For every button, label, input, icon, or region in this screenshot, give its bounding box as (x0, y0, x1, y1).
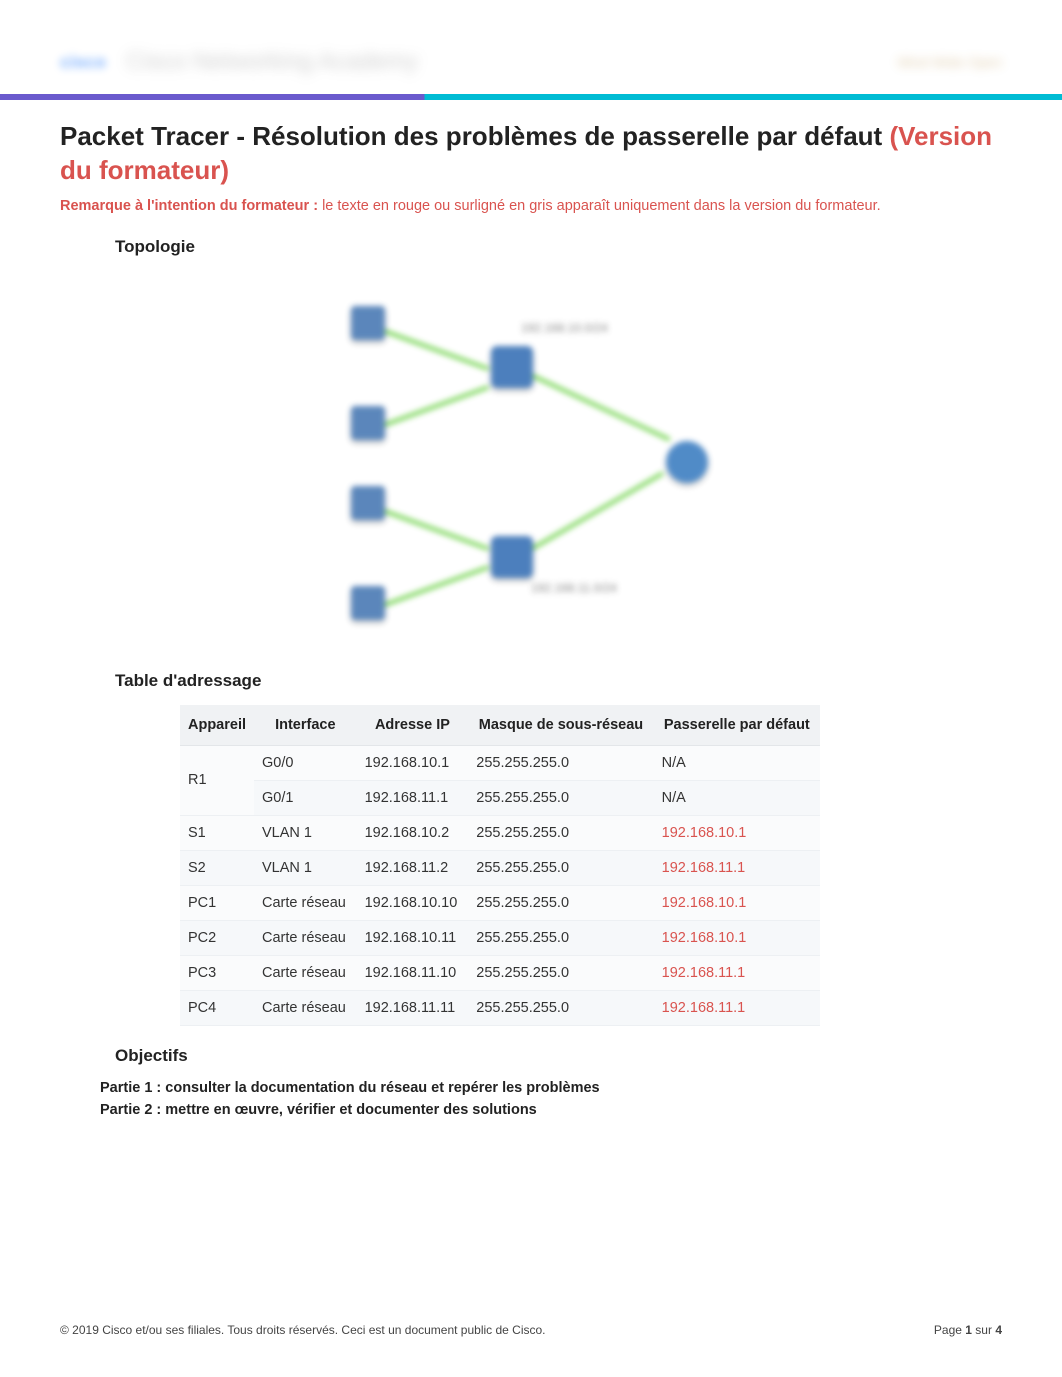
cisco-logo: cisco (60, 46, 106, 79)
cell-gateway: N/A (654, 745, 820, 780)
cell-mask: 255.255.255.0 (468, 745, 653, 780)
cell-ip: 192.168.10.1 (357, 745, 469, 780)
cell-mask: 255.255.255.0 (468, 990, 653, 1025)
page-title: Packet Tracer - Résolution des problèmes… (60, 120, 1002, 188)
topology-diagram: 192.168.10.0/24 192.168.11.0/24 (60, 271, 1002, 651)
cell-gateway: 192.168.11.1 (654, 850, 820, 885)
th-gateway: Passerelle par défaut (654, 705, 820, 746)
table-row: S2VLAN 1192.168.11.2255.255.255.0192.168… (180, 850, 820, 885)
th-device: Appareil (180, 705, 254, 746)
topology-label-bottom: 192.168.11.0/24 (531, 581, 617, 595)
cell-ip: 192.168.10.11 (357, 920, 469, 955)
remark-label: Remarque à l'intention du formateur : (60, 198, 322, 214)
objectives-list: Partie 1 : consulter la documentation du… (100, 1080, 1002, 1118)
cell-interface: Carte réseau (254, 920, 357, 955)
table-row: S1VLAN 1192.168.10.2255.255.255.0192.168… (180, 815, 820, 850)
section-addressing-heading: Table d'adressage (115, 671, 1002, 691)
cell-interface: VLAN 1 (254, 850, 357, 885)
cell-gateway: 192.168.10.1 (654, 815, 820, 850)
cell-device: PC2 (180, 920, 254, 955)
header-right-text: Mind Wide Open (898, 54, 1002, 70)
cell-mask: 255.255.255.0 (468, 920, 653, 955)
instructor-remark: Remarque à l'intention du formateur : le… (60, 196, 1002, 217)
table-row: PC3Carte réseau192.168.11.10255.255.255.… (180, 955, 820, 990)
remark-text: le texte en rouge ou surligné en gris ap… (322, 198, 881, 214)
cell-interface: Carte réseau (254, 990, 357, 1025)
cell-device: S1 (180, 815, 254, 850)
table-row: PC2Carte réseau192.168.10.11255.255.255.… (180, 920, 820, 955)
footer-copyright: © 2019 Cisco et/ou ses filiales. Tous dr… (60, 1323, 546, 1337)
cell-gateway: 192.168.10.1 (654, 885, 820, 920)
th-ip: Adresse IP (357, 705, 469, 746)
cell-ip: 192.168.11.2 (357, 850, 469, 885)
cell-mask: 255.255.255.0 (468, 815, 653, 850)
title-main: Packet Tracer - Résolution des problèmes… (60, 121, 889, 151)
cell-ip: 192.168.10.10 (357, 885, 469, 920)
table-row: R1G0/0192.168.10.1255.255.255.0N/A (180, 745, 820, 780)
objective-1: Partie 1 : consulter la documentation du… (100, 1080, 1002, 1096)
table-row: G0/1192.168.11.1255.255.255.0N/A (180, 780, 820, 815)
cell-device: PC4 (180, 990, 254, 1025)
page-footer: © 2019 Cisco et/ou ses filiales. Tous dr… (60, 1323, 1002, 1337)
cell-device: PC3 (180, 955, 254, 990)
cell-gateway: 192.168.10.1 (654, 920, 820, 955)
cell-gateway: 192.168.11.1 (654, 955, 820, 990)
cell-interface: G0/1 (254, 780, 357, 815)
cell-ip: 192.168.10.2 (357, 815, 469, 850)
cell-device: R1 (180, 745, 254, 815)
footer-page-number: Page 1 sur 4 (934, 1323, 1002, 1337)
cell-interface: Carte réseau (254, 885, 357, 920)
cell-mask: 255.255.255.0 (468, 850, 653, 885)
addressing-table-body: R1G0/0192.168.10.1255.255.255.0N/AG0/119… (180, 745, 820, 1025)
cell-mask: 255.255.255.0 (468, 885, 653, 920)
cell-device: S2 (180, 850, 254, 885)
th-mask: Masque de sous-réseau (468, 705, 653, 746)
cell-gateway: N/A (654, 780, 820, 815)
th-interface: Interface (254, 705, 357, 746)
table-row: PC1Carte réseau192.168.10.10255.255.255.… (180, 885, 820, 920)
cell-interface: G0/0 (254, 745, 357, 780)
topology-label-top: 192.168.10.0/24 (521, 321, 608, 335)
page-header: cisco Cisco Networking Academy Mind Wide… (0, 30, 1062, 100)
cell-mask: 255.255.255.0 (468, 780, 653, 815)
cell-ip: 192.168.11.10 (357, 955, 469, 990)
section-topology-heading: Topologie (115, 237, 1002, 257)
header-center-text: Cisco Networking Academy (126, 48, 898, 76)
cell-ip: 192.168.11.1 (357, 780, 469, 815)
cell-interface: VLAN 1 (254, 815, 357, 850)
cell-mask: 255.255.255.0 (468, 955, 653, 990)
addressing-table: Appareil Interface Adresse IP Masque de … (180, 705, 820, 1026)
table-row: PC4Carte réseau192.168.11.11255.255.255.… (180, 990, 820, 1025)
section-objectives-heading: Objectifs (115, 1046, 1002, 1066)
cell-gateway: 192.168.11.1 (654, 990, 820, 1025)
cell-device: PC1 (180, 885, 254, 920)
cell-interface: Carte réseau (254, 955, 357, 990)
cell-ip: 192.168.11.11 (357, 990, 469, 1025)
objective-2: Partie 2 : mettre en œuvre, vérifier et … (100, 1102, 1002, 1118)
